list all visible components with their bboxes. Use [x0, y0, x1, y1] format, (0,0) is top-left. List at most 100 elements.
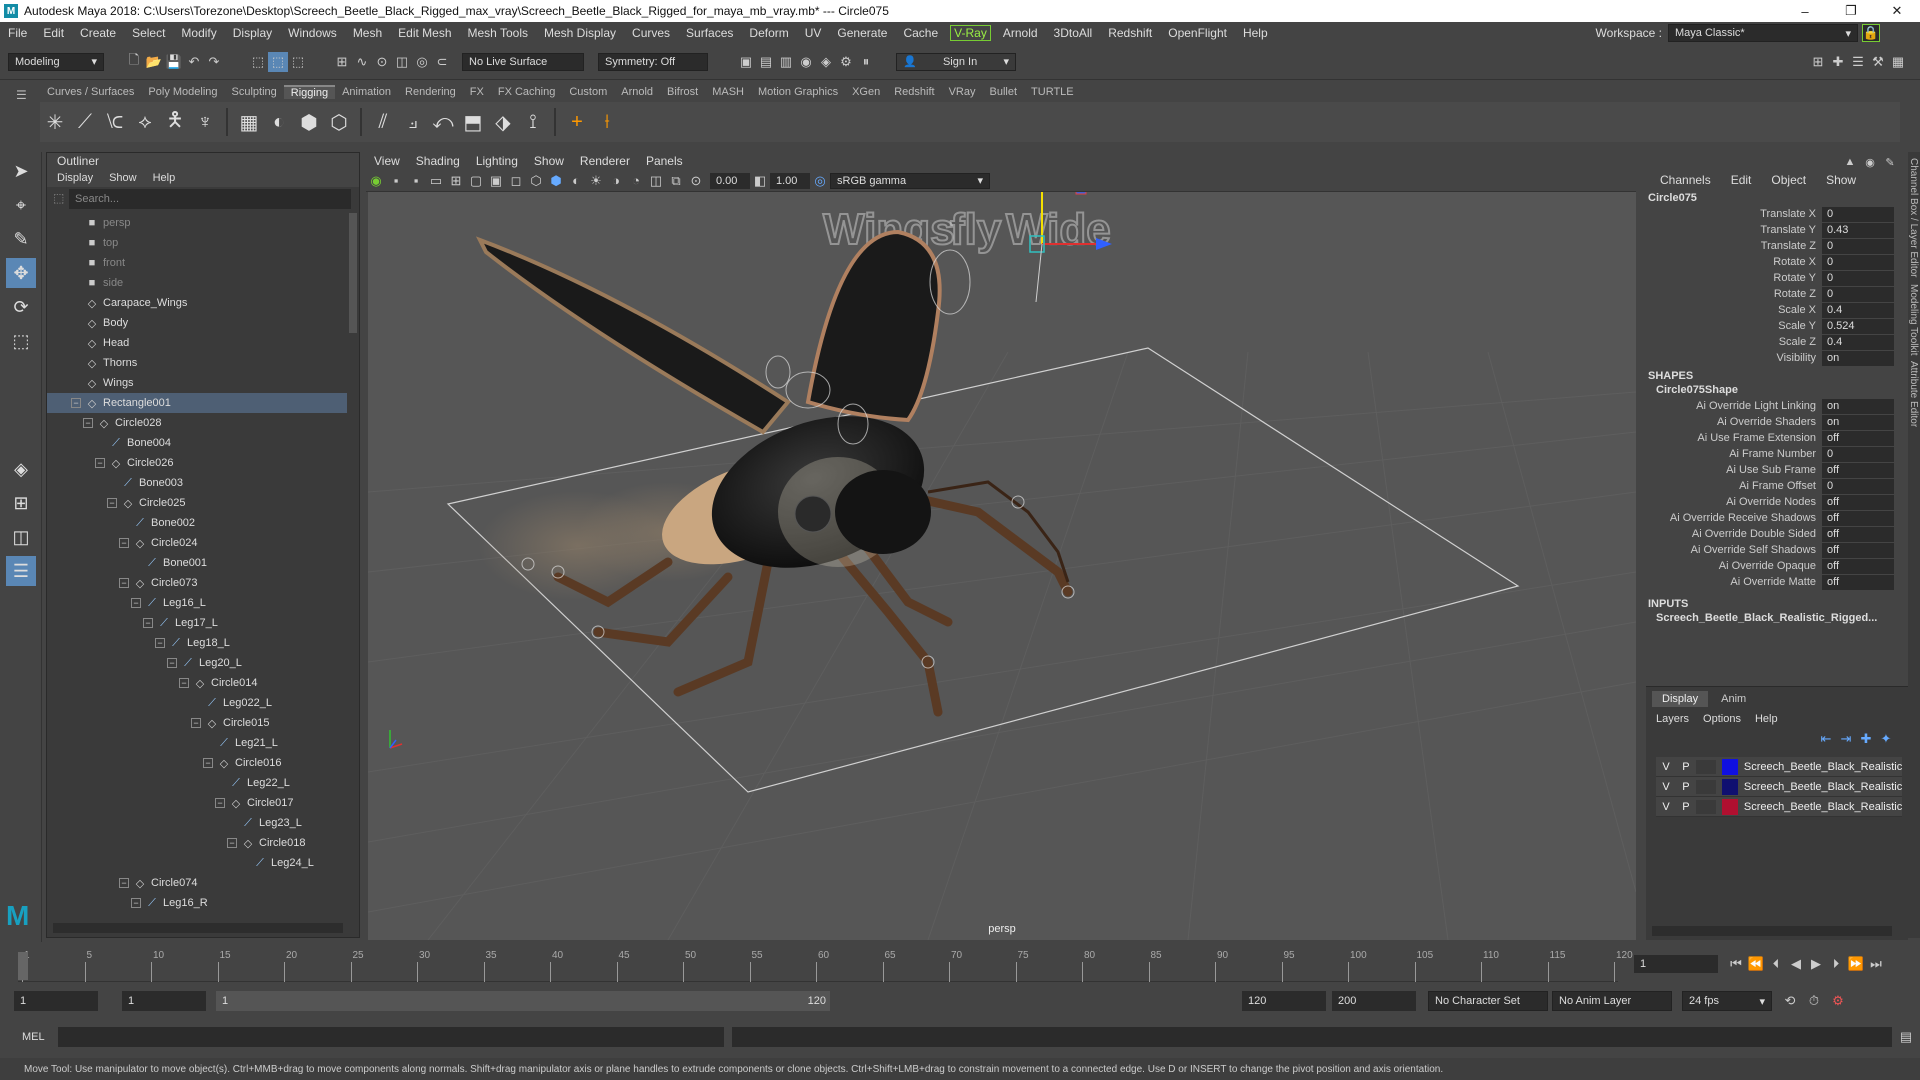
outliner-menu-help[interactable]: Help — [153, 172, 176, 184]
outliner-item[interactable]: − ◇ Circle026 — [47, 453, 347, 473]
outliner-item[interactable]: ⟋ Bone004 — [47, 433, 347, 453]
channel-box-edit-icon[interactable]: ✎ — [1880, 152, 1900, 172]
near-clip-icon[interactable]: ⊙ — [686, 171, 706, 191]
pause-icon[interactable]: ⏸ — [856, 52, 876, 72]
channel-value-field[interactable]: off — [1822, 526, 1894, 542]
channel-value-field[interactable]: 0.43 — [1822, 222, 1894, 238]
orient-constraint-icon[interactable]: ⟊ — [592, 106, 622, 138]
menu-cache[interactable]: Cache — [895, 26, 946, 40]
attribute-editor-icon[interactable]: ☰ — [1848, 52, 1868, 72]
menu-3dtoall[interactable]: 3DtoAll — [1046, 26, 1101, 40]
outliner-item[interactable]: − ◇ Circle024 — [47, 533, 347, 553]
expand-toggle-icon[interactable]: − — [179, 678, 189, 688]
render-current-icon[interactable]: ▣ — [736, 52, 756, 72]
channel-row[interactable]: Ai Override Self Shadows off — [1646, 542, 1908, 558]
blend-shape-icon[interactable]: ⤺ — [428, 106, 458, 138]
channel-box-icon[interactable]: ▦ — [1888, 52, 1908, 72]
channel-value-field[interactable]: off — [1822, 462, 1894, 478]
tool-settings-icon[interactable]: ⚒ — [1868, 52, 1888, 72]
layer-playback-toggle[interactable]: P — [1676, 781, 1696, 793]
minimize-button[interactable]: – — [1782, 0, 1828, 22]
step-back-frame-icon[interactable]: ⏴ — [1766, 954, 1786, 974]
expand-toggle-icon[interactable]: − — [215, 798, 225, 808]
channel-value-field[interactable]: 0 — [1822, 446, 1894, 462]
shelf-tab-mash[interactable]: MASH — [705, 86, 751, 98]
character-set-dropdown[interactable]: No Character Set — [1428, 991, 1548, 1011]
move-layer-up-icon[interactable]: ⇤ — [1816, 729, 1836, 749]
viewport-menu-show[interactable]: Show — [526, 154, 572, 168]
save-scene-icon[interactable]: 💾 — [164, 52, 184, 72]
outliner-item[interactable]: − ◇ Circle074 — [47, 873, 347, 893]
menu-mesh-tools[interactable]: Mesh Tools — [460, 26, 536, 40]
textured-icon[interactable]: ◐ — [566, 171, 586, 191]
lights-icon[interactable]: ☀ — [586, 171, 606, 191]
resolution-gate-icon[interactable]: ▣ — [486, 171, 506, 191]
channel-value-field[interactable]: 0 — [1822, 206, 1894, 222]
channel-row[interactable]: Ai Override Double Sided off — [1646, 526, 1908, 542]
hypershade-icon[interactable]: ◈ — [816, 52, 836, 72]
viewport-menu-renderer[interactable]: Renderer — [572, 154, 638, 168]
outliner-item[interactable]: ⟋ Bone003 — [47, 473, 347, 493]
loop-icon[interactable]: ⟲ — [1780, 991, 1800, 1011]
outliner-item[interactable]: ⟋ Leg022_L — [47, 693, 347, 713]
side-tab-attribute-editor[interactable]: Attribute Editor — [1908, 361, 1919, 427]
outliner-item[interactable]: − ◇ Circle017 — [47, 793, 347, 813]
layer-visibility-toggle[interactable]: V — [1656, 781, 1676, 793]
menu-redshift[interactable]: Redshift — [1100, 26, 1160, 40]
channel-row[interactable]: Rotate X 0 — [1646, 254, 1908, 270]
menu-vray[interactable]: V-Ray — [950, 25, 991, 41]
outliner-item[interactable]: ■ persp — [47, 213, 347, 233]
wireframe-icon[interactable]: ⬡ — [526, 171, 546, 191]
layer-visibility-toggle[interactable]: V — [1656, 801, 1676, 813]
expand-toggle-icon[interactable]: − — [155, 638, 165, 648]
channel-row[interactable]: Scale Y 0.524 — [1646, 318, 1908, 334]
menu-file[interactable]: File — [0, 26, 35, 40]
animation-prefs-icon[interactable]: ⚙ — [1828, 991, 1848, 1011]
outliner-item[interactable]: − ◇ Circle028 — [47, 413, 347, 433]
move-layer-down-icon[interactable]: ⇥ — [1836, 729, 1856, 749]
menu-deform[interactable]: Deform — [741, 26, 796, 40]
workspace-dropdown[interactable]: Maya Classic* ▾ — [1668, 24, 1858, 42]
expand-toggle-icon[interactable]: − — [203, 758, 213, 768]
shelf-tab-fx[interactable]: FX — [463, 86, 491, 98]
scale-tool-icon[interactable]: ⬚ — [6, 326, 36, 356]
layer-menu-layers[interactable]: Layers — [1656, 713, 1689, 725]
sign-in-button[interactable]: 👤 Sign In ▾ — [896, 52, 1016, 71]
channel-menu-channels[interactable]: Channels — [1660, 173, 1711, 187]
character-controls-icon[interactable]: ✚ — [1828, 52, 1848, 72]
menu-edit[interactable]: Edit — [35, 26, 72, 40]
menu-arnold[interactable]: Arnold — [995, 26, 1046, 40]
color-management-icon[interactable]: ◎ — [810, 171, 830, 191]
select-object-icon[interactable]: ⬚ — [268, 51, 288, 72]
shadows-icon[interactable]: ◑ — [606, 171, 626, 191]
outliner-item[interactable]: − ◇ Circle073 — [47, 573, 347, 593]
channel-row[interactable]: Translate Y 0.43 — [1646, 222, 1908, 238]
outliner-item[interactable]: ⟋ Leg22_L — [47, 773, 347, 793]
viewport-menu-shading[interactable]: Shading — [408, 154, 468, 168]
expand-toggle-icon[interactable]: − — [107, 498, 117, 508]
paint-weights-icon[interactable]: ⟓ — [398, 106, 428, 138]
menu-windows[interactable]: Windows — [280, 26, 345, 40]
current-time-marker[interactable] — [18, 952, 28, 980]
step-forward-key-icon[interactable]: ⏩ — [1846, 954, 1866, 974]
shelf-tab-xgen[interactable]: XGen — [845, 86, 887, 98]
colorspace-dropdown[interactable]: sRGB gamma ▾ — [830, 172, 990, 189]
menu-edit-mesh[interactable]: Edit Mesh — [390, 26, 459, 40]
grid-toggle-icon[interactable]: ⊞ — [446, 171, 466, 191]
side-tab-modeling-toolkit[interactable]: Modeling Toolkit — [1908, 284, 1919, 356]
channel-row[interactable]: Scale X 0.4 — [1646, 302, 1908, 318]
side-tab-channel-box[interactable]: Channel Box / Layer Editor — [1908, 158, 1919, 278]
hik-skeleton-icon[interactable]: ♆ — [190, 106, 220, 138]
shelf-tab-sculpting[interactable]: Sculpting — [225, 86, 284, 98]
close-button[interactable]: ✕ — [1874, 0, 1920, 22]
cluster-icon[interactable]: ◐ — [264, 106, 294, 138]
rotate-tool-icon[interactable]: ⟳ — [6, 292, 36, 322]
channel-value-field[interactable]: 0.4 — [1822, 334, 1894, 350]
menu-modify[interactable]: Modify — [173, 26, 224, 40]
channel-value-field[interactable]: 0 — [1822, 270, 1894, 286]
shelf-tab-fx-caching[interactable]: FX Caching — [491, 86, 562, 98]
snap-curve-icon[interactable]: ∿ — [352, 52, 372, 72]
channel-value-field[interactable]: off — [1822, 558, 1894, 574]
insert-joint-icon[interactable]: ⟡ — [130, 106, 160, 138]
film-gate-icon[interactable]: ▢ — [466, 171, 486, 191]
